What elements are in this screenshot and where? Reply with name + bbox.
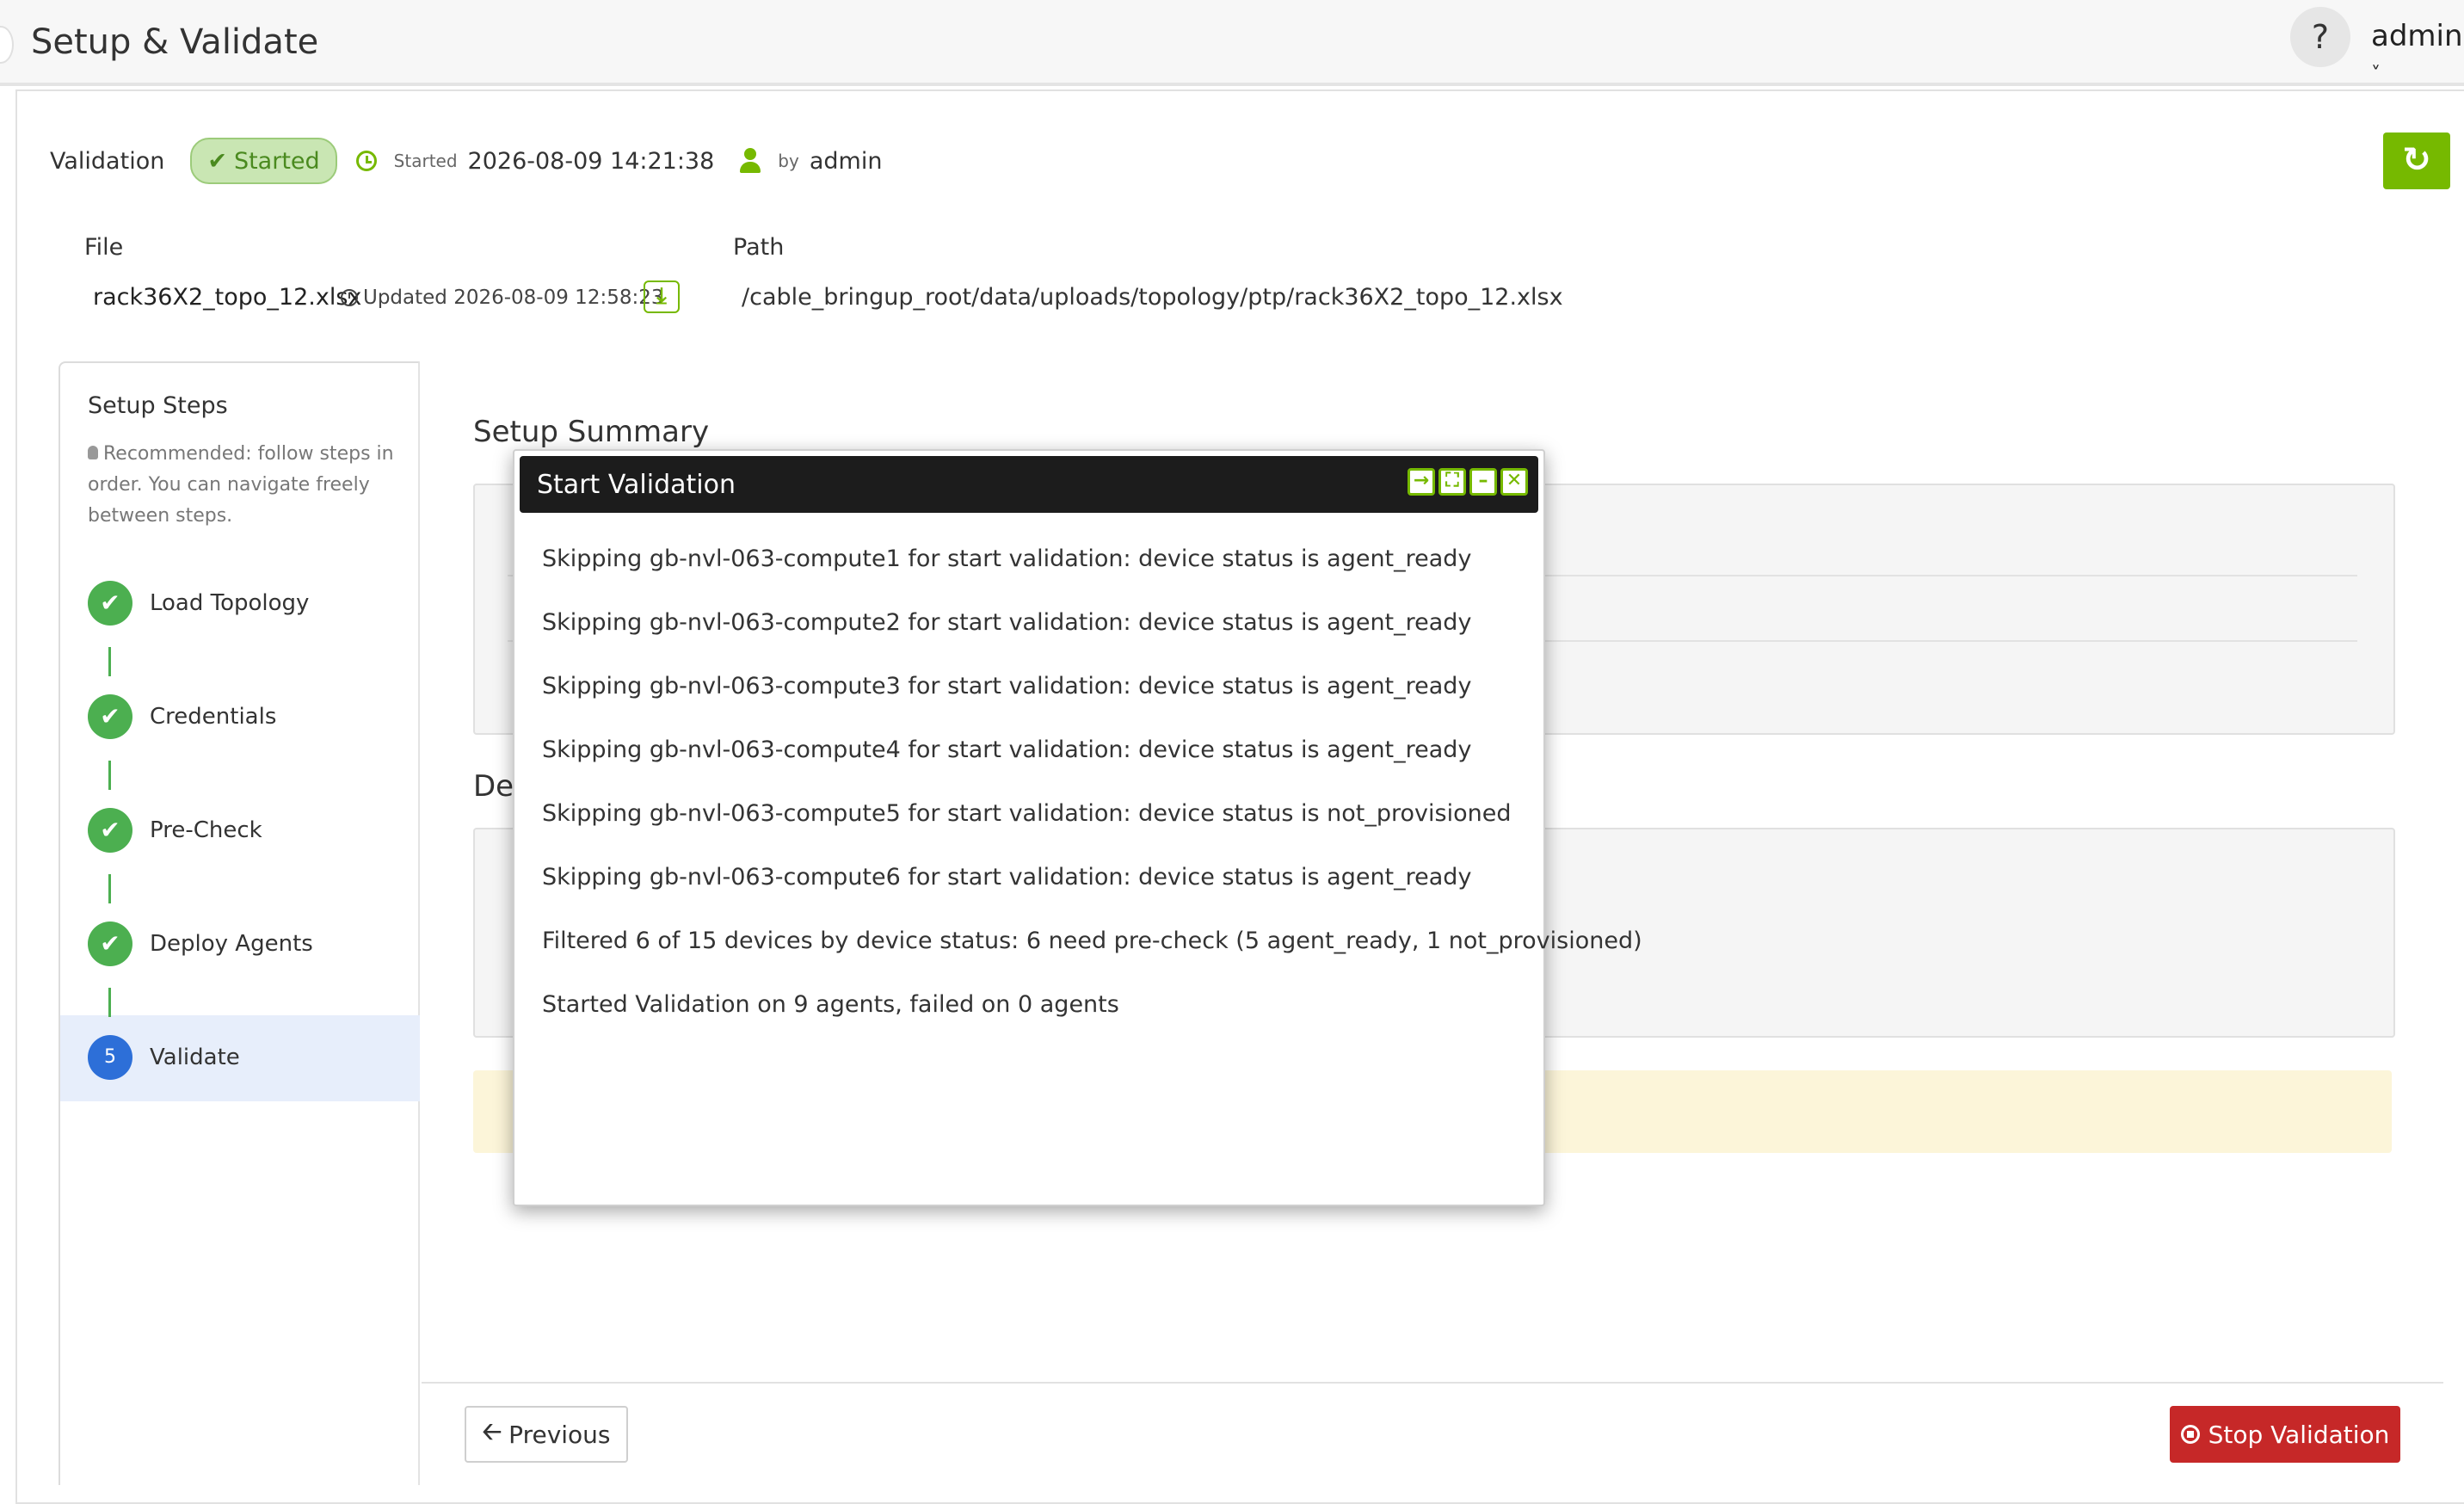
started-prefix: Started [393,151,458,171]
setup-summary-title: Setup Summary [473,415,710,449]
step-label: Deploy Agents [150,931,313,957]
file-path: /cable_bringup_root/data/uploads/topolog… [742,284,1563,311]
user-icon [740,148,761,174]
log-message: Filtered 6 of 15 devices by device statu… [542,928,1642,954]
step-connector [108,647,111,676]
stop-validation-button[interactable]: Stop Validation [2170,1406,2400,1463]
steps-title: Setup Steps [88,392,228,419]
chevron-down-icon: ˅ [2371,64,2381,85]
by-prefix: by [778,151,799,171]
validation-label: Validation [50,147,165,175]
user-name: admin [2371,19,2463,53]
file-updated-text: Updated 2026-08-09 12:58:23 [363,287,664,309]
page-title: Setup & Validate [31,22,319,62]
log-message: Skipping gb-nvl-063-compute6 for start v… [542,864,1472,891]
step-connector [108,874,111,903]
step-credentials[interactable]: ✔ Credentials [88,693,276,740]
refresh-button[interactable]: ↻ [2383,133,2450,189]
step-label: Load Topology [150,590,310,616]
step-number: 5 [88,1035,132,1080]
log-message: Skipping gb-nvl-063-compute1 for start v… [542,546,1472,572]
lightbulb-icon [88,446,98,459]
step-load-topology[interactable]: ✔ Load Topology [88,580,309,626]
previous-label: Previous [508,1420,611,1449]
minimize-icon[interactable]: – [1469,468,1497,496]
step-deploy-agents[interactable]: ✔ Deploy Agents [88,921,313,967]
dialog-title: Start Validation [537,470,736,500]
steps-hint: Recommended: follow steps in order. You … [88,439,397,532]
help-button[interactable]: ? [2290,7,2350,67]
top-bar: Setup & Validate ? admin ˅ [0,0,2464,86]
download-button[interactable]: ⤓ [644,280,680,313]
path-label: Path [733,234,785,261]
file-label: File [84,234,124,261]
user-menu[interactable]: admin ˅ [2371,19,2464,88]
log-message: Started Validation on 9 agents, failed o… [542,991,1119,1018]
step-connector [108,988,111,1017]
download-icon: ⤓ [656,283,667,309]
log-message: Skipping gb-nvl-063-compute5 for start v… [542,800,1512,827]
dialog-header[interactable]: Start Validation → ⛶ – ✕ [520,456,1538,513]
steps-hint-text: Recommended: follow steps in order. You … [88,443,394,527]
export-icon[interactable]: → [1408,468,1435,496]
clock-icon [341,289,358,306]
step-connector [108,761,111,790]
log-message: Skipping gb-nvl-063-compute2 for start v… [542,609,1472,636]
clock-icon [355,151,377,171]
file-name: rack36X2_topo_12.xlsx [93,284,362,311]
footer-divider [422,1382,2443,1384]
maximize-icon[interactable]: ⛶ [1438,468,1466,496]
close-icon[interactable]: ✕ [1500,468,1528,496]
check-icon: ✔ [88,922,132,966]
check-icon: ✔ [88,808,132,853]
step-label: Validate [150,1045,240,1070]
start-validation-dialog: Start Validation → ⛶ – ✕ Skipping gb-nvl… [513,449,1642,1206]
started-time: 2026-08-09 14:21:38 [467,147,715,175]
check-icon: ✔ [88,581,132,626]
dialog-log: Skipping gb-nvl-063-compute1 for start v… [542,546,1642,1055]
step-validate[interactable]: 5 Validate [88,1034,240,1081]
log-message: Skipping gb-nvl-063-compute3 for start v… [542,673,1472,700]
refresh-icon: ↻ [2402,140,2431,180]
arrow-left-icon: 🡠 [482,1417,502,1445]
started-by-user: admin [809,147,883,175]
stop-validation-label: Stop Validation [2208,1420,2390,1449]
status-badge-text: Started [233,147,320,175]
stop-icon [2180,1425,2200,1444]
previous-button[interactable]: 🡠 Previous [465,1406,628,1463]
validation-status-row: Validation ✔ Started Started 2026-08-09 … [50,138,882,184]
status-badge: ✔ Started [190,138,337,184]
sidebar-toggle[interactable] [0,26,14,64]
step-label: Credentials [150,704,277,730]
step-label: Pre-Check [150,817,262,843]
check-icon: ✔ [207,147,227,175]
dialog-controls: → ⛶ – ✕ [1404,468,1528,496]
check-icon: ✔ [88,694,132,739]
file-updated: Updated 2026-08-09 12:58:23 [341,287,663,309]
step-pre-check[interactable]: ✔ Pre-Check [88,807,262,854]
log-message: Skipping gb-nvl-063-compute4 for start v… [542,737,1472,763]
